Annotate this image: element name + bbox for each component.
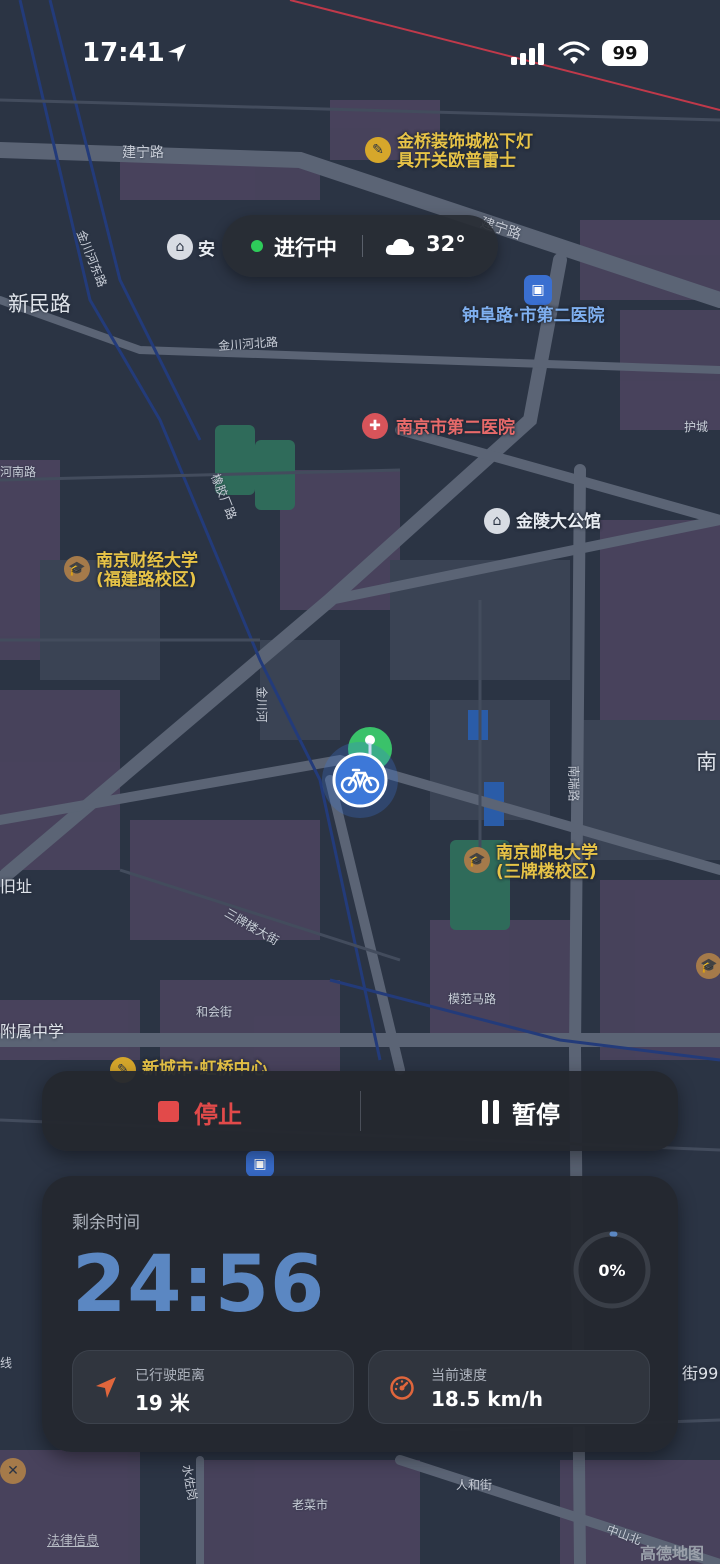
poi-label[interactable]: 金陵大公馆: [516, 512, 601, 533]
poi-label[interactable]: 南京财经大学: [96, 551, 198, 572]
road-label: 河南路: [0, 465, 37, 479]
shopping-poi-icon[interactable]: ✎: [365, 137, 391, 163]
district-label: 附属中学: [0, 1022, 65, 1041]
poi-label[interactable]: 金桥装饰城松下灯: [397, 132, 533, 153]
pause-button[interactable]: 暂停: [361, 1071, 678, 1151]
cellular-signal-icon: [511, 43, 544, 65]
trip-status-pill: 进行中 32°: [222, 215, 498, 277]
distance-label: 已行驶距离: [135, 1368, 205, 1384]
stop-label: 停止: [194, 1101, 242, 1129]
district-label: 街99: [682, 1364, 719, 1383]
remaining-time-label: 剩余时间: [72, 1213, 140, 1233]
status-bar: 17:41 99: [0, 0, 720, 100]
road-label: 南瑞路: [566, 765, 581, 802]
road-label: 线: [0, 1356, 13, 1370]
district-label: 旧址: [0, 877, 33, 896]
pill-divider: [362, 235, 363, 257]
speed-label: 当前速度: [431, 1368, 487, 1384]
school-poi-icon[interactable]: 🎓: [64, 556, 90, 582]
speedometer-icon: [390, 1376, 414, 1400]
pause-label: 暂停: [512, 1101, 560, 1129]
district-label: 新民路: [8, 292, 71, 316]
poi-label[interactable]: (三牌楼校区): [496, 862, 597, 883]
progress-percent: 0%: [598, 1260, 626, 1280]
speed-value: 18.5 km/h: [431, 1387, 543, 1411]
road-label: 和会街: [196, 1005, 233, 1019]
road-label: 老菜市: [292, 1498, 329, 1512]
active-dot-icon: [251, 240, 263, 252]
school-poi-icon[interactable]: 🎓: [464, 847, 490, 873]
district-label: 南: [696, 750, 717, 774]
navigation-arrow-icon: [96, 1377, 116, 1398]
building-poi-icon[interactable]: ⌂: [167, 234, 193, 260]
bike-location-icon[interactable]: [320, 740, 400, 820]
location-arrow-icon: [168, 44, 186, 62]
battery-indicator: 99: [602, 40, 648, 66]
road-label: 金川河: [254, 686, 269, 723]
poi-label[interactable]: 安: [198, 240, 215, 261]
stop-button[interactable]: 停止: [42, 1071, 360, 1151]
temperature-text: 32°: [426, 232, 466, 256]
poi-label[interactable]: 钟阜路·市第二医院: [462, 306, 604, 327]
road-label: 模范马路: [448, 992, 497, 1006]
poi-label[interactable]: 南京邮电大学: [496, 843, 598, 864]
school-poi-icon[interactable]: 🎓: [696, 953, 720, 979]
poi-label[interactable]: 具开关欧普雷士: [397, 151, 516, 172]
remaining-time-value: 24:56: [72, 1240, 326, 1330]
poi-label[interactable]: (福建路校区): [96, 570, 197, 591]
road-label: 人和街: [456, 1478, 493, 1492]
building-poi-icon[interactable]: ⌂: [484, 508, 510, 534]
cloud-icon: [385, 238, 415, 255]
wifi-icon: [558, 41, 590, 64]
status-time: 17:41: [82, 38, 165, 68]
speed-stat: 当前速度 18.5 km/h: [368, 1350, 650, 1424]
metro-station-icon[interactable]: ▣: [524, 275, 552, 305]
road-label: 护城: [684, 420, 709, 434]
metro-station-icon[interactable]: ▣: [246, 1151, 274, 1177]
building-poi-icon[interactable]: ✕: [0, 1458, 26, 1484]
road-label: 建宁路: [122, 145, 164, 161]
hospital-poi-icon[interactable]: ✚: [362, 413, 388, 439]
ride-controls: 停止 暂停: [42, 1071, 678, 1151]
map-provider-watermark: 高德地图: [640, 1544, 705, 1563]
poi-label[interactable]: 南京市第二医院: [396, 418, 515, 439]
legal-info-link[interactable]: 法律信息: [47, 1530, 99, 1549]
distance-stat: 已行驶距离 19 米: [72, 1350, 354, 1424]
stop-icon: [158, 1101, 179, 1122]
trip-info-card: 剩余时间 24:56 0% 已行驶距离 19 米 当前速度 18.5 km/h: [42, 1176, 678, 1452]
pause-icon: [482, 1100, 499, 1124]
distance-value: 19 米: [135, 1391, 190, 1415]
trip-status-text: 进行中: [274, 236, 337, 260]
